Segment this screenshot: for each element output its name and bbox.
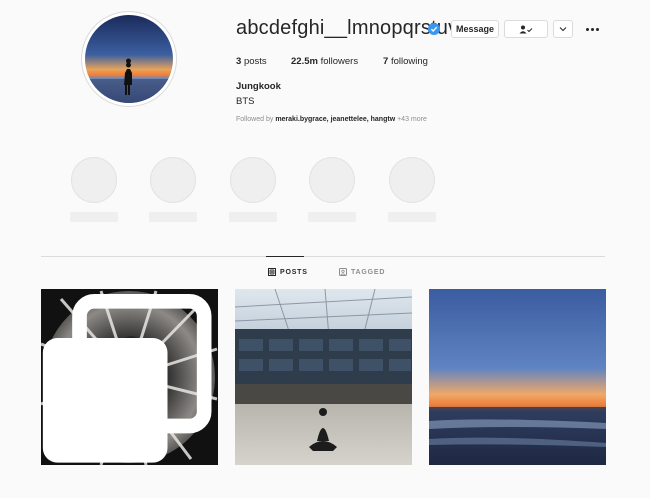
- profile-avatar-ring[interactable]: [81, 11, 177, 107]
- highlight-label-placeholder: [149, 212, 197, 222]
- more-options-icon[interactable]: [584, 20, 600, 38]
- message-button[interactable]: Message: [451, 20, 499, 38]
- avatar[interactable]: [85, 15, 173, 103]
- followers-count-value: 22.5m: [291, 56, 318, 67]
- tab-tagged-label: TAGGED: [351, 268, 386, 276]
- grid-icon: [268, 268, 276, 276]
- highlight-circle: [309, 157, 355, 203]
- highlight-circle: [230, 157, 276, 203]
- posts-count: 3 posts: [236, 56, 267, 67]
- post-thumbnail-stadium[interactable]: [235, 289, 412, 465]
- tag-icon: [339, 268, 347, 276]
- story-highlight-placeholder: [388, 157, 436, 222]
- followed-by-link[interactable]: Followed by meraki.bygrace, jeanettelee,…: [236, 116, 427, 123]
- followed-by-suffix: +43 more: [397, 116, 427, 123]
- post-image: [429, 289, 606, 465]
- posts-count-value: 3: [236, 56, 242, 67]
- story-highlight-placeholder: [149, 157, 197, 222]
- story-highlight-placeholder: [70, 157, 118, 222]
- profile-bio: BTS: [236, 96, 255, 107]
- post-thumbnail-mirror-selfie[interactable]: [41, 289, 218, 465]
- highlight-label-placeholder: [70, 212, 118, 222]
- highlight-circle: [150, 157, 196, 203]
- story-highlight-placeholder: [229, 157, 277, 222]
- verified-badge-icon: [428, 23, 440, 35]
- post-image: [235, 289, 412, 465]
- active-tab-indicator: [266, 256, 304, 257]
- tabs-divider: [41, 256, 605, 257]
- following-button[interactable]: [504, 20, 548, 38]
- followed-by-prefix: Followed by: [236, 116, 274, 123]
- following-count-value: 7: [383, 56, 389, 67]
- carousel-icon: [42, 294, 212, 463]
- highlight-label-placeholder: [229, 212, 277, 222]
- tab-posts-label: POSTS: [280, 268, 308, 276]
- person-check-icon: [519, 25, 533, 33]
- avatar-image: [85, 15, 173, 103]
- posts-count-label: posts: [243, 56, 267, 67]
- story-highlight-placeholder: [308, 157, 356, 222]
- highlight-circle: [389, 157, 435, 203]
- tab-posts[interactable]: POSTS: [268, 268, 308, 276]
- post-thumbnail-sunset-beach[interactable]: [429, 289, 606, 465]
- suggested-dropdown-button[interactable]: [553, 20, 573, 38]
- followers-link[interactable]: 22.5m followers: [291, 56, 358, 67]
- message-button-label: Message: [455, 24, 495, 34]
- following-link[interactable]: 7 following: [383, 56, 428, 67]
- highlight-circle: [71, 157, 117, 203]
- followers-count-label: followers: [320, 56, 359, 67]
- followed-by-names: meraki.bygrace, jeanettelee, hangtw: [275, 116, 396, 123]
- following-count-label: following: [390, 56, 428, 67]
- profile-full-name: Jungkook: [236, 81, 281, 92]
- tab-tagged[interactable]: TAGGED: [339, 268, 385, 276]
- highlight-label-placeholder: [308, 212, 356, 222]
- highlight-label-placeholder: [388, 212, 436, 222]
- chevron-down-icon: [559, 27, 567, 32]
